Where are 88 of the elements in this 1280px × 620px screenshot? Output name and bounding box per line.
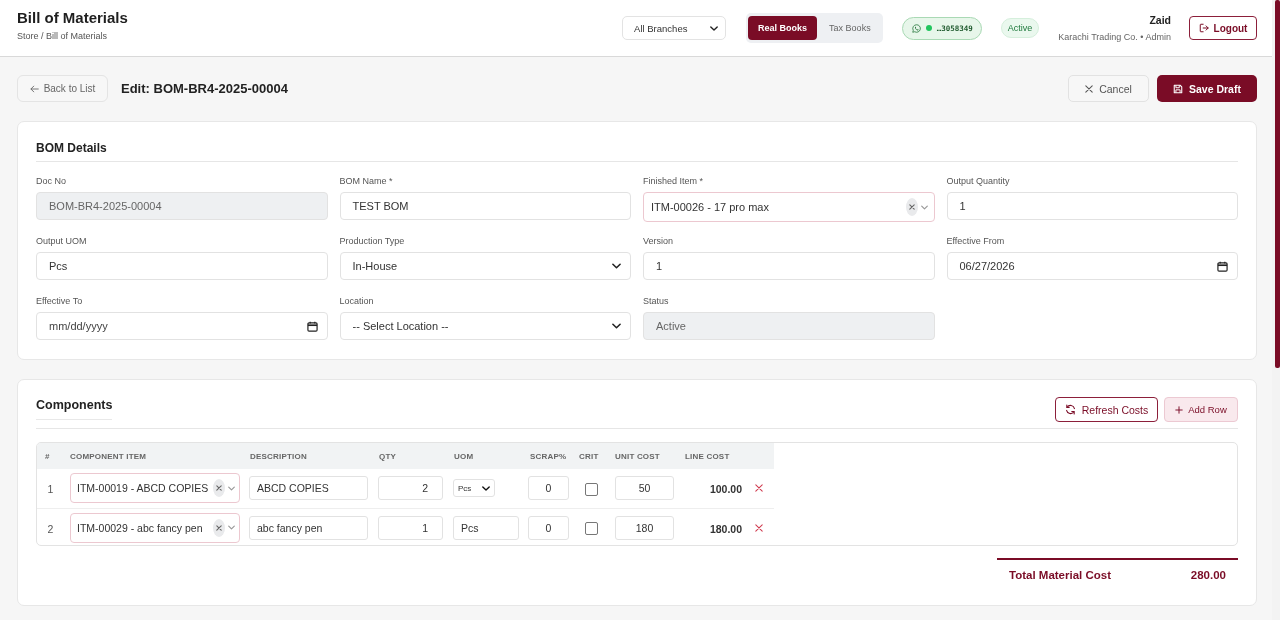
refresh-icon [1064,404,1076,415]
text-field[interactable]: 1 [946,192,1238,220]
arrow-left-icon [29,84,39,93]
save-icon [1173,83,1183,94]
books-tab[interactable]: Real Books [748,16,818,40]
column-header: UOM [448,443,524,469]
combo-field[interactable]: ITM-00029 - abc fancy pen [70,512,240,543]
select-field[interactable]: In-House [339,252,631,280]
column-header: CRIT [573,443,609,469]
column-header: DESCRIPTION [244,443,373,469]
text-field[interactable]: 2 [378,476,443,501]
books-tab[interactable]: Tax Books [819,16,881,40]
scrollbar-thumb[interactable] [1275,0,1280,368]
chevron-down-icon [228,525,235,531]
field-label: Version [643,235,674,247]
column-header: QTY [373,443,448,469]
text-field[interactable]: abc fancy pen [249,515,368,540]
text-field[interactable]: ABCD COPIES [249,476,368,501]
field-label: Production Type [339,235,405,247]
clear-icon[interactable] [905,198,918,216]
calendar-icon [1217,260,1228,272]
text-field[interactable]: Pcs [453,515,519,540]
total-value: 280.00 [1190,569,1226,581]
column-header: LINE COST [679,443,749,469]
text-field[interactable]: Pcs [36,252,328,280]
field-label: Output UOM [36,235,87,247]
field-label: Status [643,295,669,307]
refresh-costs-button[interactable]: Refresh Costs [1055,397,1158,422]
field-label: Output Quantity [946,175,1010,187]
field-label: Location [339,295,374,307]
cancel-button[interactable]: Cancel [1068,75,1149,102]
chevron-down-icon [228,485,235,491]
select-field[interactable]: Pcs [453,479,495,498]
chevron-down-icon [612,323,621,329]
row-number: 1 [47,483,54,496]
chevron-down-icon [710,25,719,31]
line-cost: 100.00 [709,483,742,496]
logout-button[interactable]: Logout [1189,16,1257,40]
column-header: COMPONENT ITEM [64,443,244,469]
user-role: Karachi Trading Co. • Admin [1058,31,1171,43]
combo-field[interactable]: ITM-00019 - ABCD COPIES [70,473,240,504]
text-field[interactable]: 1 [378,515,443,540]
column-header: UNIT COST [609,443,679,469]
form-title: Edit: BOM-BR4-2025-00004 [121,81,288,96]
select-field[interactable]: -- Select Location -- [339,312,631,340]
text-field[interactable]: 0 [528,515,569,540]
chevron-down-icon [920,204,928,210]
user-name: Zaid [1149,13,1171,26]
chevron-down-icon [612,263,621,269]
field-label: BOM Name * [339,175,393,187]
close-icon [1085,84,1094,93]
clear-icon[interactable] [213,518,225,537]
text-field[interactable]: 180 [615,515,674,540]
field-label: Effective From [946,235,1005,247]
status-badge: Active [1000,18,1040,38]
branch-select[interactable]: All Branches [622,16,727,40]
section-title: BOM Details [36,140,107,157]
date-field[interactable]: mm/dd/yyyy [36,312,328,340]
checkbox[interactable] [584,522,598,535]
page-title: Bill of Materials [17,9,128,27]
text-field[interactable]: 50 [615,476,674,501]
calendar-icon [306,320,318,332]
close-icon[interactable] [755,484,763,493]
field-label: Doc No [36,175,66,187]
clear-icon[interactable] [213,479,225,498]
add-row-button[interactable]: Add Row [1164,397,1238,422]
text-field[interactable]: 1 [643,252,935,280]
close-icon[interactable] [755,523,763,532]
total-label: Total Material Cost [1009,569,1112,581]
save-draft-button[interactable]: Save Draft [1157,75,1257,102]
column-header: # [37,443,64,469]
section-title: Components [36,395,113,420]
chevron-down-icon [482,485,490,491]
text-field[interactable]: 0 [528,476,569,501]
text-field[interactable]: TEST BOM [339,192,631,220]
back-button[interactable]: Back to List [17,75,108,102]
date-field[interactable]: 06/27/2026 [946,252,1238,280]
field-label: Finished Item * [643,175,704,187]
row-number: 2 [47,522,54,535]
line-cost: 180.00 [709,522,742,535]
plus-icon [1175,405,1184,414]
field-label: Effective To [36,295,83,307]
phone-bubble-icon [911,23,921,33]
checkbox[interactable] [584,482,598,496]
column-header: SCRAP% [524,443,573,469]
breadcrumb: Store / Bill of Materials [17,31,108,42]
logout-icon [1198,23,1209,33]
combo-field[interactable]: ITM-00026 - 17 pro max [643,192,935,222]
